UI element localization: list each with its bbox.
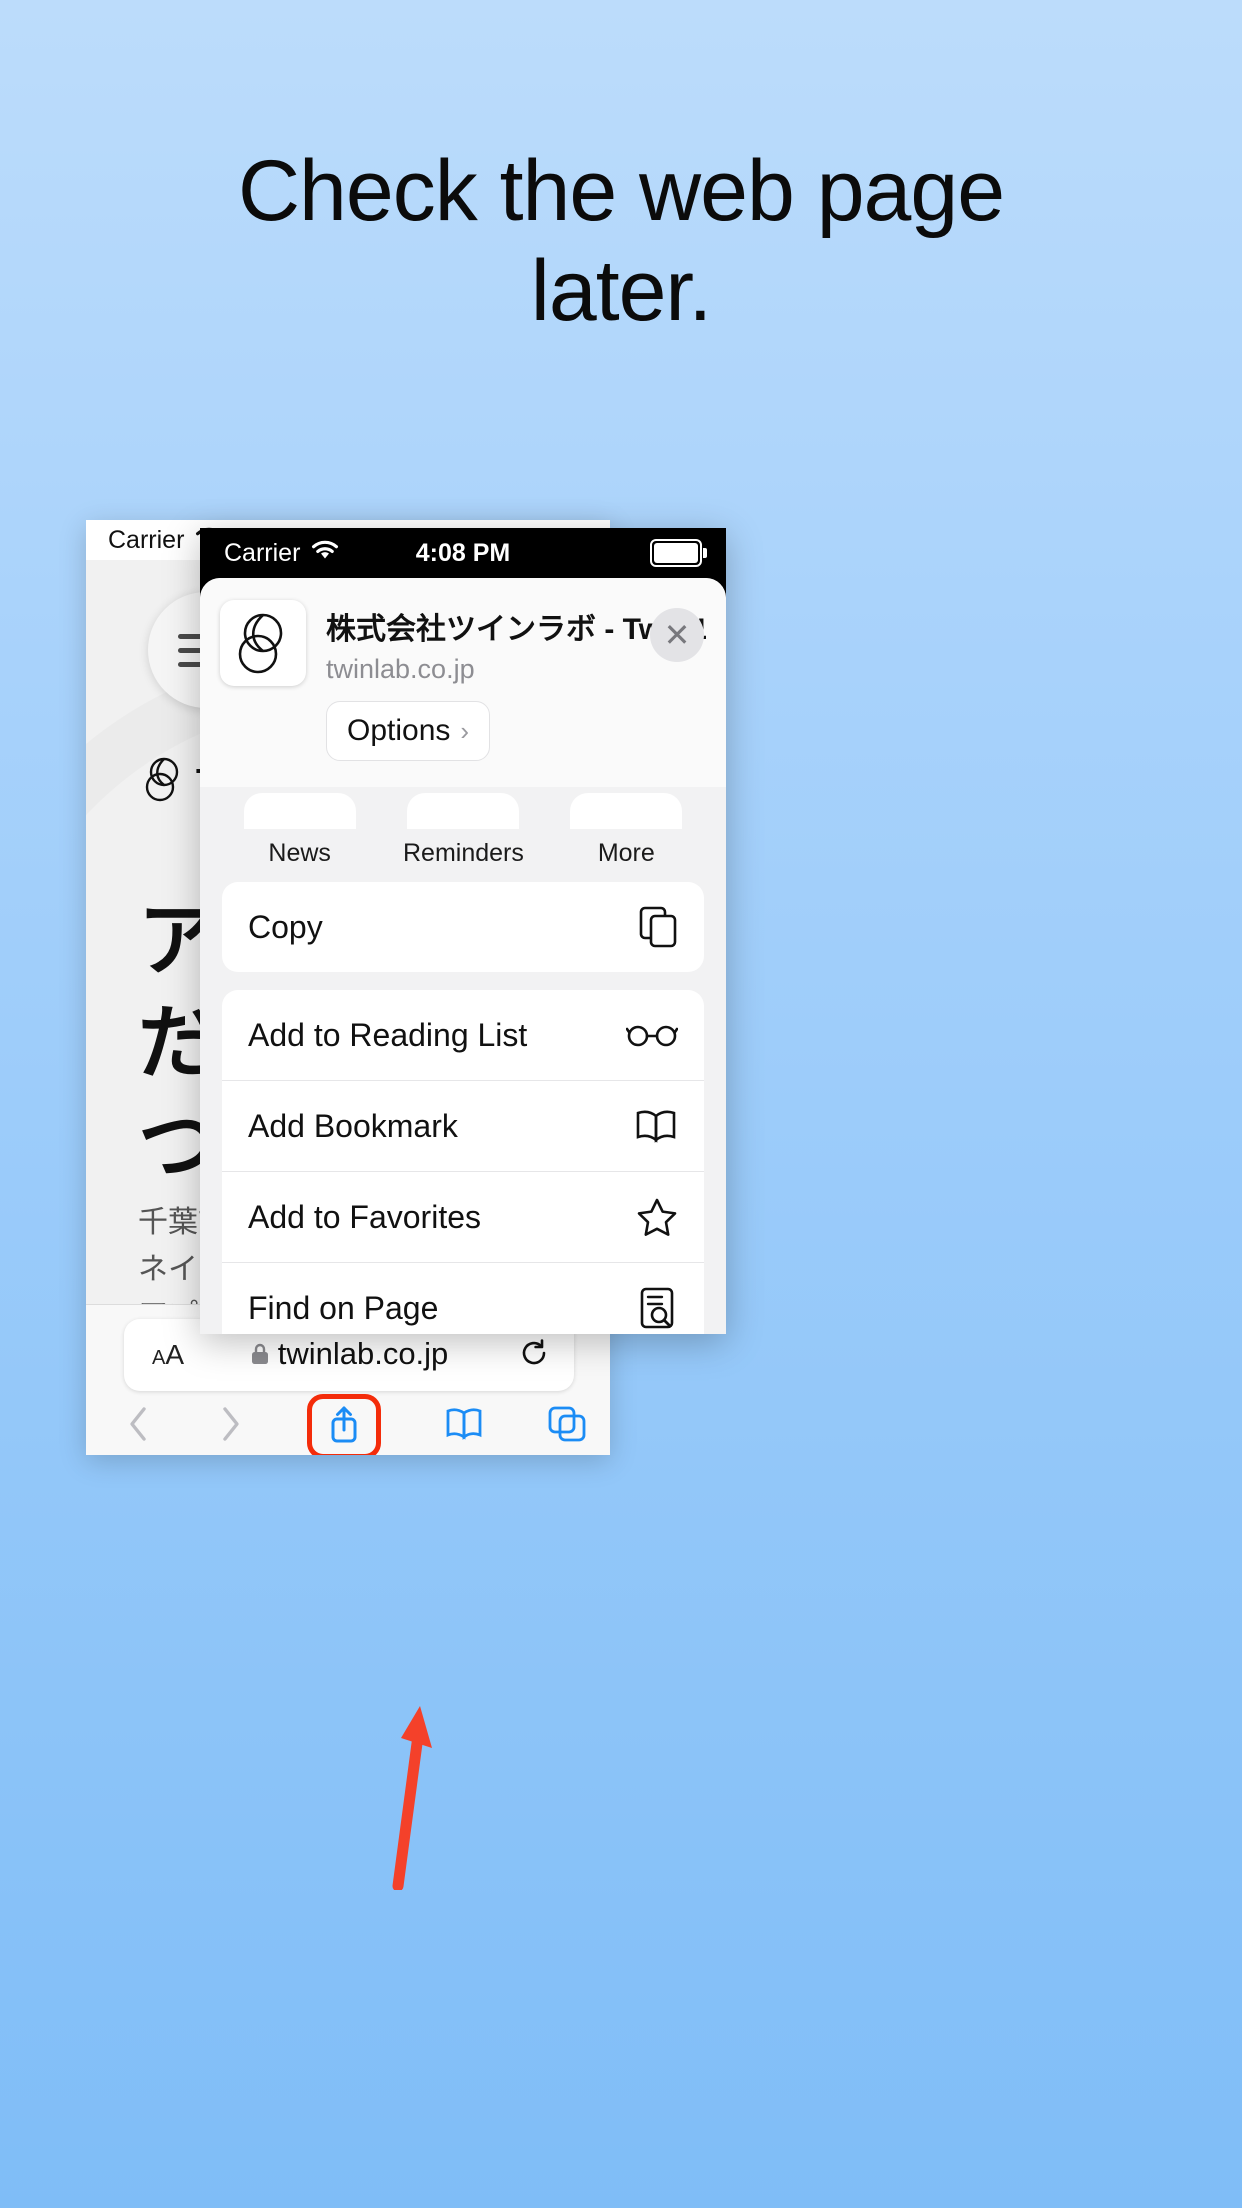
- action-label: Add Bookmark: [248, 1107, 458, 1144]
- status-time: 4:08 PM: [415, 538, 511, 567]
- star-icon: [622, 1197, 678, 1237]
- glasses-icon: [622, 1020, 678, 1050]
- battery-icon: [650, 539, 707, 567]
- share-title: 株式会社ツインラボ - Twin Lab...: [326, 613, 706, 646]
- share-apps-row: News Reminders More: [200, 787, 726, 882]
- reload-icon[interactable]: [518, 1337, 550, 1374]
- lock-icon: [250, 1338, 270, 1374]
- options-label: Options: [347, 714, 451, 747]
- action-row-find-on-page[interactable]: Find on Page: [222, 1263, 704, 1334]
- front-phone-screenshot: Carrier 4:08 PM 株式会社ツインラボ - Twin Lab... …: [200, 528, 726, 1334]
- tabs-icon[interactable]: [547, 1405, 587, 1448]
- text-size-icon[interactable]: AA: [152, 1339, 184, 1371]
- page-title: Check the web page later.: [0, 148, 1242, 334]
- back-carrier-label: Carrier: [108, 525, 185, 554]
- share-app-item[interactable]: More: [566, 793, 686, 868]
- twinlab-logo-icon: [142, 756, 186, 807]
- action-label: Copy: [248, 908, 323, 945]
- share-sheet-header: 株式会社ツインラボ - Twin Lab... twinlab.co.jp Op…: [200, 578, 726, 787]
- action-label: Add to Favorites: [248, 1198, 481, 1235]
- copy-icon: [622, 905, 678, 949]
- twinlab-favicon-icon: [220, 600, 306, 686]
- share-app-item[interactable]: Reminders: [402, 793, 524, 868]
- close-icon[interactable]: ✕: [650, 608, 704, 662]
- share-app-label: News: [268, 839, 331, 867]
- share-sheet: 株式会社ツインラボ - Twin Lab... twinlab.co.jp Op…: [200, 578, 726, 1334]
- action-row-copy[interactable]: Copy: [222, 882, 704, 972]
- reminders-app-icon: [406, 793, 519, 829]
- action-group: Copy: [222, 882, 704, 972]
- url-host: twinlab.co.jp: [277, 1336, 449, 1371]
- chevron-right-icon: ›: [460, 715, 470, 746]
- options-button[interactable]: Options ›: [326, 701, 491, 761]
- news-app-icon: [243, 793, 356, 829]
- action-label: Find on Page: [248, 1289, 439, 1326]
- find-page-icon: [622, 1286, 678, 1330]
- share-icon[interactable]: [326, 1403, 362, 1450]
- red-arrow-icon: [392, 1706, 432, 1890]
- share-app-item[interactable]: News: [240, 793, 360, 868]
- chevron-right-icon[interactable]: [216, 1404, 244, 1449]
- share-app-label: Reminders: [402, 839, 524, 867]
- action-group: Add to Reading List Add Bookmark Add to …: [222, 990, 704, 1334]
- url-text: twinlab.co.jp: [124, 1336, 574, 1374]
- book-icon: [622, 1108, 678, 1144]
- book-icon[interactable]: [444, 1405, 484, 1448]
- action-row-add-favorites[interactable]: Add to Favorites: [222, 1172, 704, 1263]
- action-row-add-bookmark[interactable]: Add Bookmark: [222, 1081, 704, 1172]
- share-subtitle: twinlab.co.jp: [326, 654, 475, 684]
- safari-tab-bar: [86, 1393, 610, 1455]
- chevron-left-icon[interactable]: [125, 1404, 153, 1449]
- more-app-icon: [570, 793, 683, 829]
- action-label: Add to Reading List: [248, 1016, 528, 1053]
- headline-line-1: Check the web page: [237, 143, 1005, 239]
- share-button-highlight[interactable]: [306, 1393, 381, 1455]
- headline-line-2: later.: [530, 243, 712, 339]
- front-status-bar: Carrier 4:08 PM: [200, 528, 726, 578]
- action-row-reading-list[interactable]: Add to Reading List: [222, 990, 704, 1081]
- share-app-label: More: [597, 839, 655, 867]
